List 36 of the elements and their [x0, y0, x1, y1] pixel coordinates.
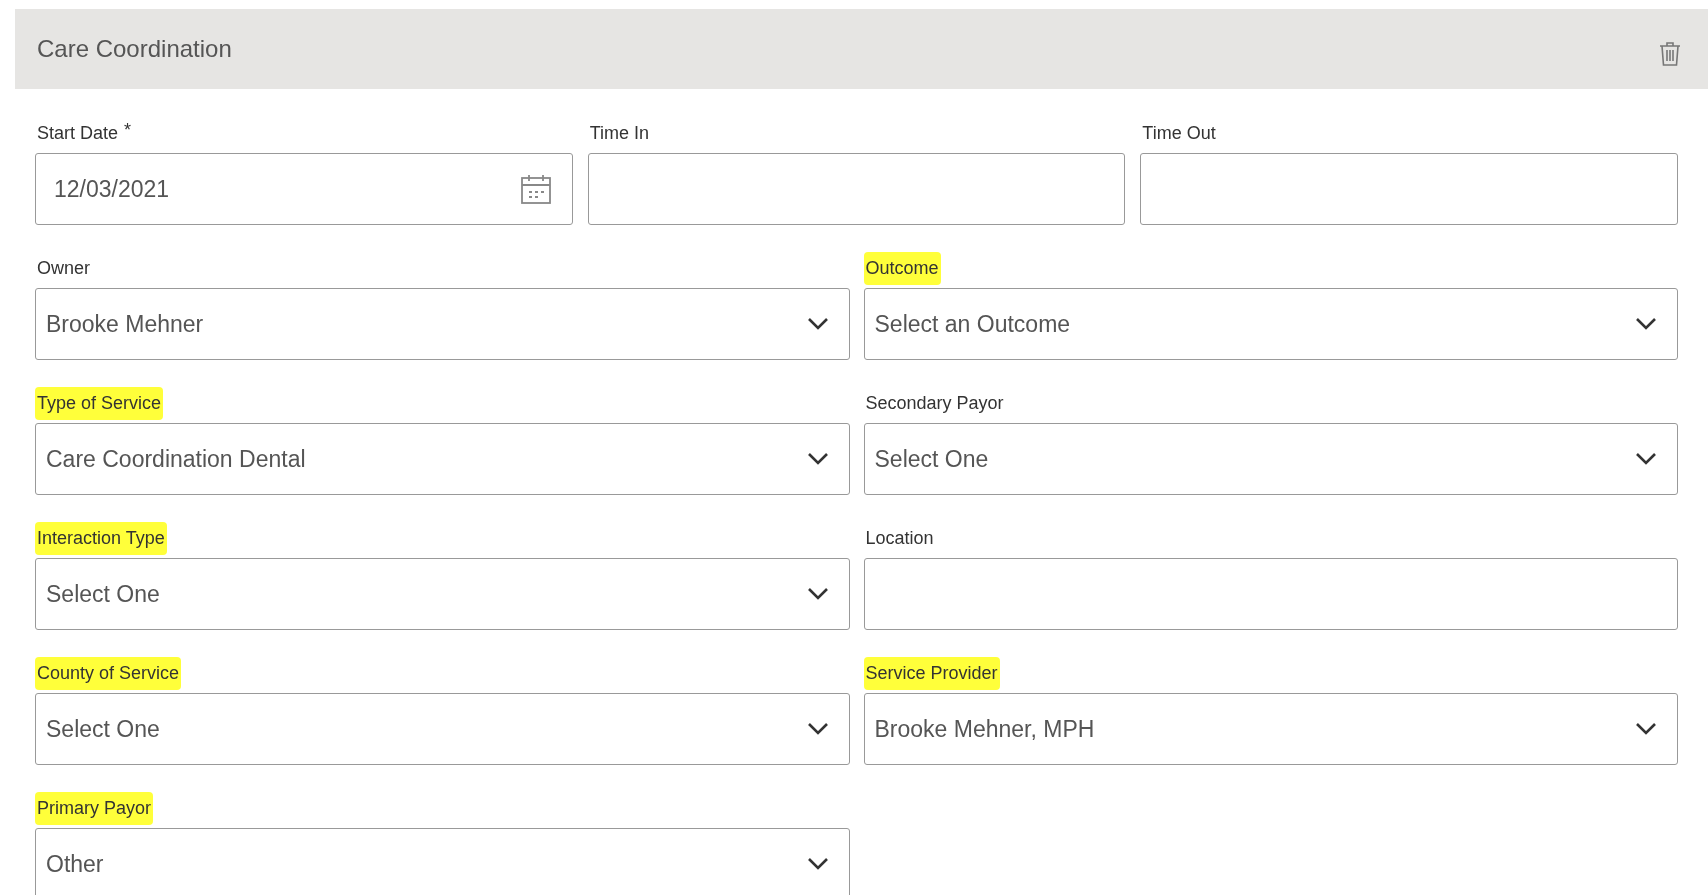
chevron-down-icon: [1635, 722, 1657, 736]
text-field[interactable]: [863, 558, 1678, 630]
chevron-down-icon: [806, 857, 829, 871]
chevron-down-icon: [806, 452, 829, 466]
chevron-down-icon: [806, 317, 829, 331]
dropdown[interactable]: Select One: [35, 558, 850, 630]
calendar-icon[interactable]: [519, 173, 552, 205]
field-label: Owner: [36, 257, 91, 280]
dropdown[interactable]: Brooke Mehner, MPH: [863, 693, 1678, 765]
date-field[interactable]: 12/03/2021: [35, 153, 573, 225]
dropdown[interactable]: Select One: [863, 423, 1678, 495]
field-label: Primary Payor: [35, 792, 154, 825]
chevron-down-icon: [1635, 452, 1657, 466]
chevron-down-icon: [806, 587, 829, 601]
field-label: Time Out: [1141, 122, 1217, 145]
required-marker: *: [124, 119, 132, 142]
field-label: Start Date: [36, 122, 120, 145]
field-label: Service Provider: [863, 657, 1000, 690]
dropdown[interactable]: Brooke Mehner: [35, 288, 850, 360]
dropdown[interactable]: Other: [35, 828, 850, 895]
trash-icon[interactable]: [1658, 41, 1682, 67]
field-label: Outcome: [863, 252, 941, 285]
field-label: County of Service: [35, 657, 182, 690]
field-label: Type of Service: [35, 387, 164, 420]
dropdown[interactable]: Care Coordination Dental: [35, 423, 850, 495]
field-label: Location: [864, 527, 935, 550]
text-field[interactable]: [587, 153, 1126, 225]
dropdown[interactable]: Select an Outcome: [863, 288, 1678, 360]
text-field[interactable]: [1140, 153, 1678, 225]
chevron-down-icon: [1635, 317, 1657, 331]
field-label: Time In: [588, 122, 650, 145]
chevron-down-icon: [806, 722, 829, 736]
dropdown[interactable]: Select One: [35, 693, 850, 765]
section-title: Care Coordination: [37, 34, 232, 64]
field-label: Interaction Type: [35, 522, 167, 555]
field-label: Secondary Payor: [864, 392, 1005, 415]
